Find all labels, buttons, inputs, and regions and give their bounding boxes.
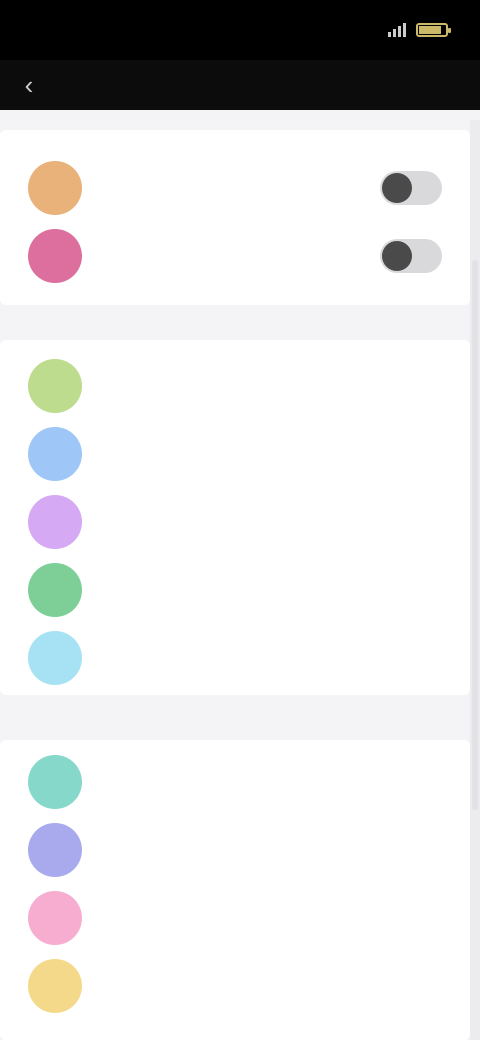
- status-icons: [388, 23, 451, 37]
- toggle-row[interactable]: [0, 222, 470, 290]
- signal-icon: [388, 23, 406, 37]
- status-bar: [0, 0, 480, 60]
- settings-group-2: [0, 740, 470, 1040]
- list-item[interactable]: [0, 952, 470, 1020]
- category-icon: [28, 823, 82, 877]
- category-icon: [28, 563, 82, 617]
- list-item[interactable]: [0, 624, 470, 692]
- scrollbar-thumb[interactable]: [472, 260, 478, 810]
- list-item[interactable]: [0, 420, 470, 488]
- list-item[interactable]: [0, 748, 470, 816]
- battery-icon: [416, 23, 451, 37]
- list-item[interactable]: [0, 352, 470, 420]
- category-icon: [28, 631, 82, 685]
- back-arrow-icon[interactable]: ‹: [14, 70, 44, 100]
- category-icon: [28, 161, 82, 215]
- toggle-knob: [382, 241, 412, 271]
- toggle-row[interactable]: [0, 154, 470, 222]
- toggle-group: [0, 130, 470, 305]
- list-item[interactable]: [0, 488, 470, 556]
- category-icon: [28, 229, 82, 283]
- list-item[interactable]: [0, 884, 470, 952]
- settings-group-1: [0, 340, 470, 695]
- category-icon: [28, 427, 82, 481]
- category-icon: [28, 891, 82, 945]
- category-icon: [28, 495, 82, 549]
- category-icon: [28, 755, 82, 809]
- category-icon: [28, 959, 82, 1013]
- category-icon: [28, 359, 82, 413]
- navigation-bar: ‹: [0, 60, 480, 110]
- list-item[interactable]: [0, 556, 470, 624]
- battery-level: [419, 26, 442, 34]
- toggle-switch[interactable]: [380, 171, 442, 205]
- list-item[interactable]: [0, 816, 470, 884]
- scrollbar-track[interactable]: [470, 120, 480, 1040]
- toggle-knob: [382, 173, 412, 203]
- toggle-switch[interactable]: [380, 239, 442, 273]
